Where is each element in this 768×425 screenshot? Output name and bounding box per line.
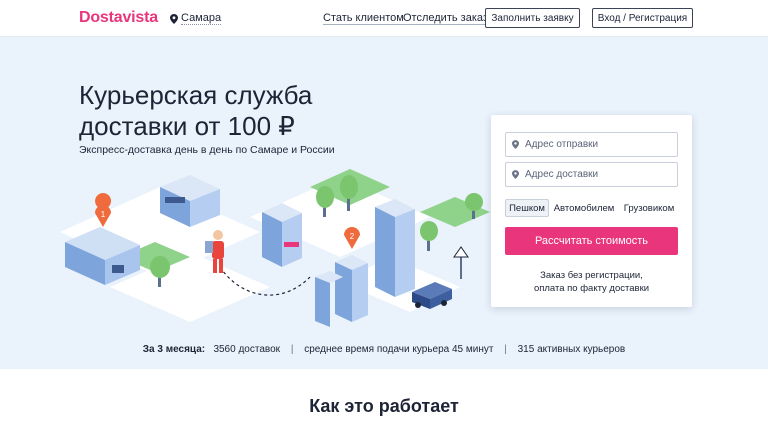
calculate-price-button[interactable]: Рассчитать стоимость xyxy=(505,227,678,255)
tower-mid xyxy=(315,255,368,327)
logo[interactable]: Dostavista xyxy=(79,9,158,27)
location-pin-icon xyxy=(512,170,519,179)
stats-separator: | xyxy=(290,344,294,355)
city-name: Самара xyxy=(181,12,222,25)
tab-truck[interactable]: Грузовиком xyxy=(619,199,679,217)
location-pin-icon xyxy=(170,13,178,24)
tab-walk[interactable]: Пешком xyxy=(505,199,549,217)
tab-car[interactable]: Автомобилем xyxy=(554,199,615,217)
site-header: Dostavista Самара Стать клиентом Отследи… xyxy=(0,0,768,37)
stats-deliveries: 3560 доставок xyxy=(213,344,281,355)
form-note-line-2: оплата по факту доставки xyxy=(533,283,650,294)
pickup-address-placeholder: Адрес отправки xyxy=(525,139,599,150)
stats-period: За 3 месяца: xyxy=(142,344,206,355)
hero-title: Курьерская служба доставки от 100 ₽ xyxy=(79,80,313,141)
city-selector[interactable]: Самара xyxy=(170,12,222,25)
delivery-calculator-card: Адрес отправки Адрес доставки Пешком Авт… xyxy=(491,115,692,307)
hero-subtitle: Экспресс-доставка день в день по Самаре … xyxy=(79,144,335,156)
tower-right xyxy=(375,199,415,297)
login-register-button[interactable]: Вход / Регистрация xyxy=(592,8,693,28)
road-sign xyxy=(453,246,469,279)
form-note-line-1: Заказ без регистрации, xyxy=(540,270,643,281)
building-center xyxy=(262,203,302,267)
stats-separator: | xyxy=(504,344,507,355)
fill-request-button[interactable]: Заполнить заявку xyxy=(485,8,580,28)
track-order-link[interactable]: Отследить заказ xyxy=(403,12,488,25)
delivery-address-placeholder: Адрес доставки xyxy=(525,169,599,180)
location-pin-icon xyxy=(512,140,519,149)
delivery-address-field[interactable]: Адрес доставки xyxy=(505,162,678,187)
how-it-works-title: Как это работает xyxy=(309,396,459,416)
form-note: Заказ без регистрации, оплата по факту д… xyxy=(491,269,692,295)
marker-1-label: 1 xyxy=(101,210,106,219)
hero-section: Курьерская служба доставки от 100 ₽ Эксп… xyxy=(0,37,768,369)
stats-bar: За 3 месяца: 3560 доставок | среднее вре… xyxy=(0,344,768,355)
marker-2-label: 2 xyxy=(350,232,355,241)
city-illustration: 1 2 xyxy=(60,169,490,327)
stats-couriers: 315 активных курьеров xyxy=(517,344,626,355)
pickup-address-field[interactable]: Адрес отправки xyxy=(505,132,678,157)
become-client-link[interactable]: Стать клиентом xyxy=(323,12,404,25)
stats-avg-time: среднее время подачи курьера 45 минут xyxy=(304,344,494,355)
